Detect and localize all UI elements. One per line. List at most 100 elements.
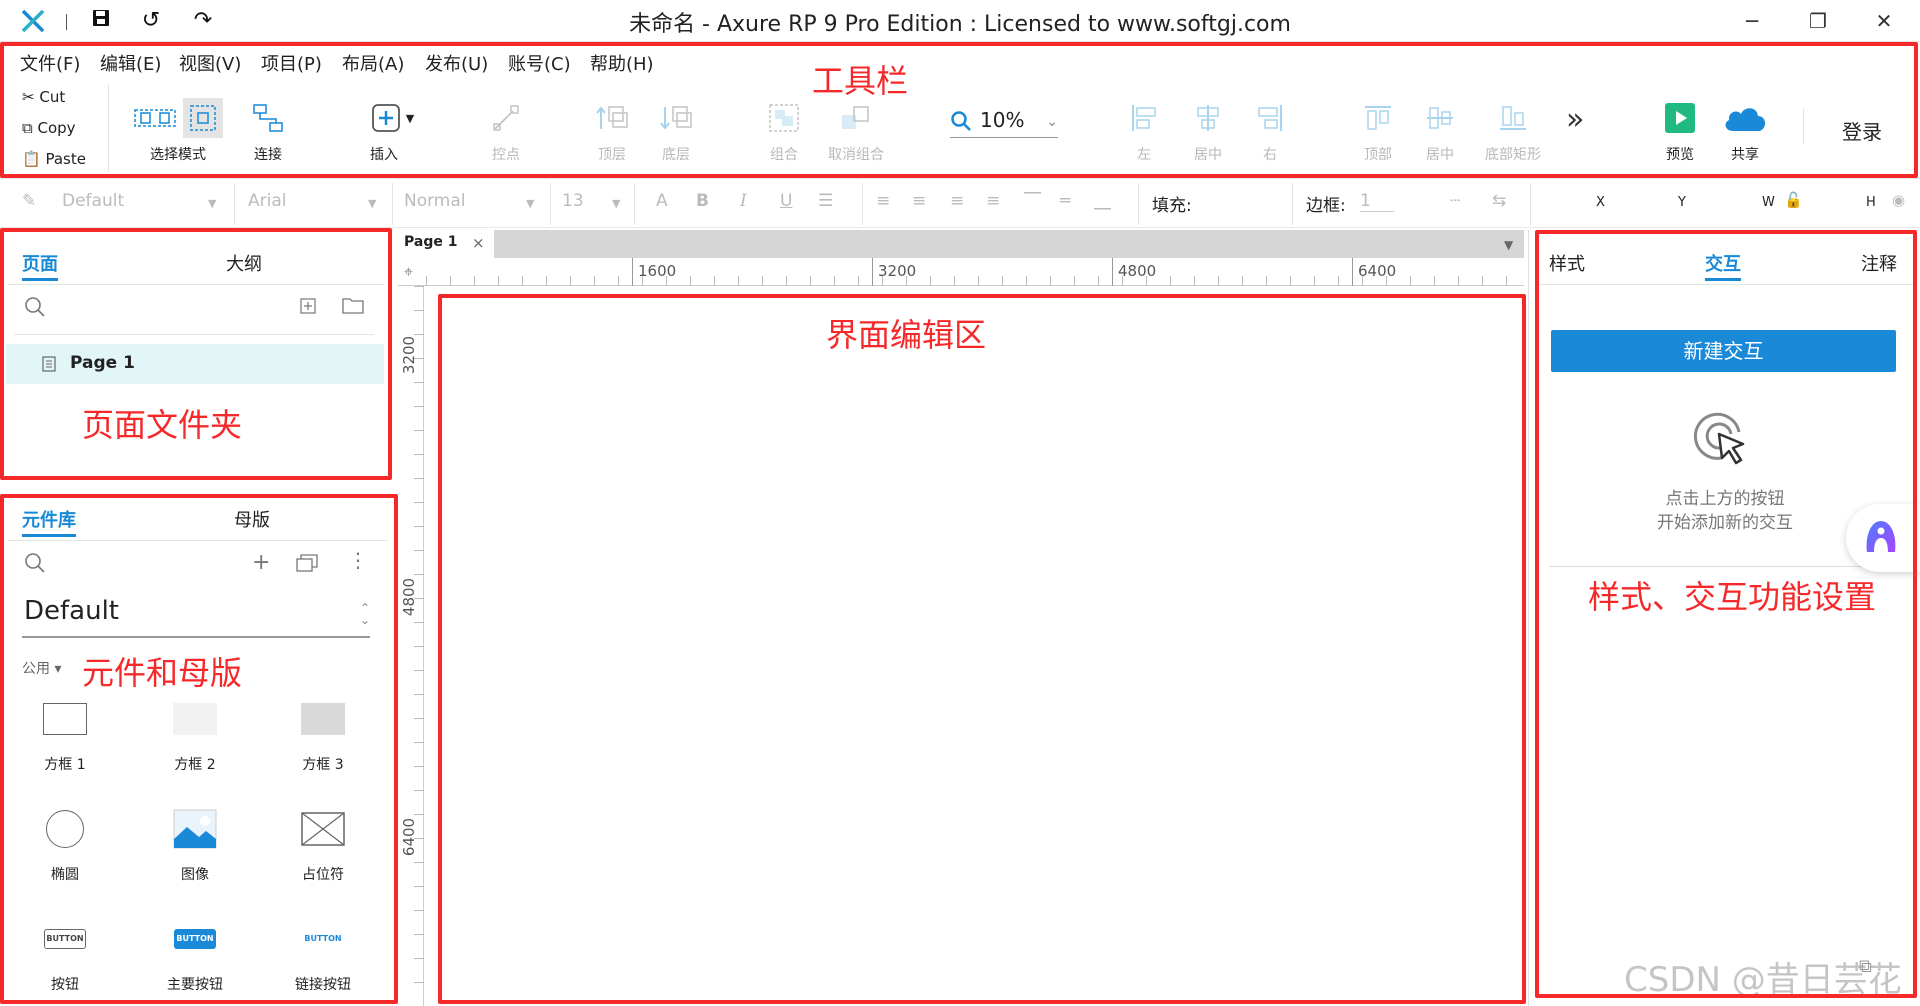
search-icon[interactable] [24,552,46,578]
tab-style[interactable]: 样式 [1549,250,1585,276]
valign-top-icon[interactable]: ⎺ [1024,191,1041,211]
align-right-button[interactable]: 右 [1248,96,1292,164]
widget-box-3[interactable]: 方框 3 [268,692,378,774]
widget-image[interactable]: 图像 [140,802,250,884]
paste-button[interactable]: 📋 Paste [22,150,86,168]
menu-file[interactable]: 文件(F) [20,50,80,76]
copy-button[interactable]: ⧉ Copy [22,119,76,137]
tab-interaction[interactable]: 交互 [1705,250,1741,276]
preview-button[interactable]: 预览 [1658,96,1702,164]
align-text-justify-icon[interactable]: ≡ [986,191,1000,211]
font-size-select[interactable]: 13 [562,191,584,211]
more-options-icon[interactable]: ⋮ [348,548,368,572]
menu-layout[interactable]: 布局(A) [342,50,404,76]
minimize-button[interactable]: ─ [1730,4,1774,38]
align-center-button[interactable]: 居中 [1186,96,1230,164]
widget-button[interactable]: BUTTON 按钮 [10,912,120,994]
select-contain-icon[interactable] [183,98,223,138]
bring-front-icon [596,106,628,129]
menu-publish[interactable]: 发布(U) [425,50,488,76]
share-button[interactable]: 共享 [1720,96,1770,164]
widget-box-2[interactable]: 方框 2 [140,692,250,774]
close-button[interactable]: ✕ [1862,4,1906,38]
menu-account[interactable]: 账号(C) [508,50,571,76]
canvas-tab-strip: Page 1 × ▼ [398,230,1524,258]
align-text-center-icon[interactable]: ≡ [912,191,926,211]
visibility-eye-icon[interactable]: ◉ [1892,191,1905,209]
assistant-float-button[interactable] [1846,504,1920,572]
canvas-area[interactable] [425,287,1524,1006]
interaction-hint-line1: 点击上方的按钮 [1665,489,1785,509]
widget-primary-button[interactable]: BUTTON 主要按钮 [140,912,250,994]
arrow-style-icon[interactable]: ⇆ [1492,191,1506,211]
group-button[interactable]: 组合 [762,96,806,164]
font-weight-select[interactable]: Normal [404,191,466,211]
underline-icon[interactable]: U [780,191,792,211]
hint-divider [1549,566,1899,567]
tab-underline [22,278,58,281]
align-bottom-button[interactable]: 底部矩形 [1478,96,1548,164]
widget-ellipse[interactable]: 椭圆 [10,802,120,884]
library-window-icon[interactable] [296,554,318,576]
tab-library[interactable]: 元件库 [22,506,76,532]
valign-middle-icon[interactable]: ═ [1060,191,1070,211]
canvas-tab-label: Page 1 [404,234,458,250]
library-select[interactable]: Default ⌃ ⌄ [22,596,370,638]
more-tools-button[interactable]: » [1566,102,1584,137]
close-tab-icon[interactable]: × [472,234,485,252]
lock-ratio-icon[interactable]: 🔓 [1784,191,1803,209]
border-width-input[interactable]: 1 [1360,191,1394,212]
add-library-icon[interactable]: + [252,550,270,575]
select-mode-button[interactable]: 选择模式 [120,96,236,164]
valign-bottom-icon[interactable]: ⎽ [1094,191,1111,211]
ruler-v-label: 6400 [400,817,419,857]
annotation-label-canvas: 界面编辑区 [826,316,987,354]
tab-notes[interactable]: 注释 [1861,250,1897,276]
font-color-icon[interactable]: A [656,191,668,211]
align-middle-icon [1427,107,1453,129]
widget-link-button[interactable]: BUTTON 链接按钮 [268,912,378,994]
tab-pages[interactable]: 页面 [22,250,58,276]
tab-outline[interactable]: 大纲 [226,250,262,276]
ungroup-button[interactable]: 取消组合 [822,96,890,164]
login-button[interactable]: 登录 [1842,116,1882,145]
new-interaction-button[interactable]: 新建交互 [1551,330,1896,372]
align-left-button[interactable]: 左 [1122,96,1166,164]
italic-icon[interactable]: I [740,191,747,211]
tab-masters[interactable]: 母版 [234,506,270,532]
menu-edit[interactable]: 编辑(E) [100,50,161,76]
style-select[interactable]: Default [62,191,124,211]
insert-button[interactable]: ▼ 插入 [364,96,420,164]
zoom-control[interactable]: 10% ⌄ [950,108,1058,138]
send-to-back-button[interactable]: 底层 [654,96,698,164]
widget-group-label[interactable]: 公用 ▾ [22,658,61,678]
bring-to-front-button[interactable]: 顶层 [590,96,634,164]
menu-view[interactable]: 视图(V) [179,50,241,76]
add-folder-icon[interactable] [342,296,364,318]
ruler-origin-icon[interactable]: ⌖ [404,262,413,282]
font-select[interactable]: Arial [248,191,286,211]
align-text-left-icon[interactable]: ≡ [876,191,890,211]
search-icon[interactable] [24,296,46,322]
ruler-h-label: 6400 [1358,262,1397,280]
horizontal-ruler: ⌖ 1600 3200 4800 6400 [398,258,1524,286]
widget-placeholder[interactable]: 占位符 [268,802,378,884]
add-page-icon[interactable] [300,298,316,318]
page-item[interactable]: Page 1 [6,344,384,384]
maximize-button[interactable]: ❐ [1796,4,1840,38]
cut-button[interactable]: ✂ Cut [22,88,65,106]
align-text-right-icon[interactable]: ≡ [950,191,964,211]
border-style-icon[interactable]: ┄ [1450,191,1460,211]
bold-icon[interactable]: B [696,191,709,211]
align-top-button[interactable]: 顶部 [1356,96,1400,164]
anchor-button[interactable]: 控点 [484,96,528,164]
align-middle-button[interactable]: 居中 [1418,96,1462,164]
menu-help[interactable]: 帮助(H) [590,50,654,76]
tab-list-chevron-icon[interactable]: ▼ [1504,238,1513,252]
connect-button[interactable]: 连接 [246,96,290,164]
widget-box-1[interactable]: 方框 1 [10,692,120,774]
bullet-list-icon[interactable]: ☰ [818,191,833,211]
format-divider [634,183,635,225]
menu-project[interactable]: 项目(P) [261,50,322,76]
tab-page-1[interactable]: Page 1 × [398,230,494,258]
